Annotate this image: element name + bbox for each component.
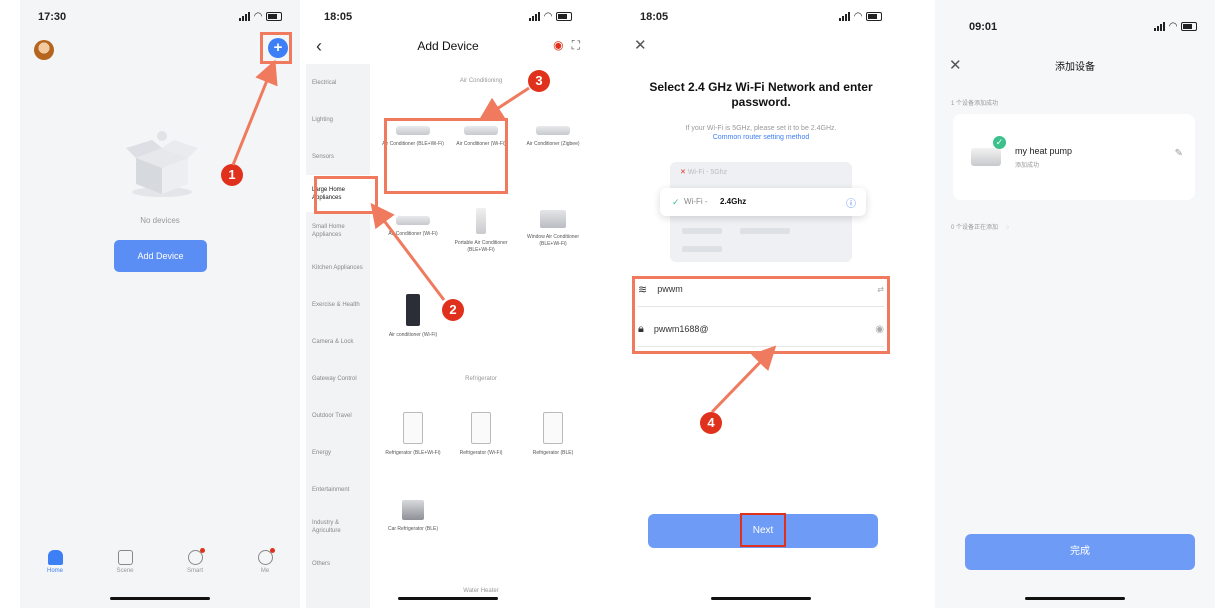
adding-count-text: 0 个设备正在添加 ◌ (951, 225, 1010, 231)
device-tile[interactable]: Refrigerator (Wi-Fi) (448, 412, 514, 457)
category-item[interactable]: Entertainment (306, 471, 370, 508)
category-item[interactable]: Lighting (306, 101, 370, 138)
wifi-icon: ◠ (1169, 21, 1177, 32)
battery-icon (266, 12, 282, 21)
category-item[interactable]: Kitchen Appliances (306, 249, 370, 286)
section-heading: Air Conditioning (459, 78, 503, 84)
highlight-box-category (314, 176, 378, 214)
signal-icon (839, 12, 851, 21)
device-status: 添加成功 (1015, 163, 1040, 169)
device-tile[interactable]: Air Conditioner (Wi-Fi) (380, 216, 446, 238)
highlight-box-ac-devices (384, 118, 508, 194)
category-item[interactable]: Energy (306, 434, 370, 471)
device-tile[interactable]: Air Conditioner (Zigbee) (520, 126, 586, 148)
avatar[interactable] (34, 40, 54, 60)
tab-me[interactable]: Me (240, 548, 290, 586)
edit-name-icon[interactable]: ✎ (1175, 148, 1183, 159)
page-heading: Select 2.4 GHz Wi-Fi Network and enter p… (649, 80, 873, 109)
status-time: 17:30 (38, 11, 67, 23)
close-icon[interactable]: ✕ (634, 36, 647, 54)
category-item[interactable]: Gateway Control (306, 360, 370, 397)
tab-scene[interactable]: Scene (100, 550, 150, 586)
add-device-button[interactable]: Add Device (114, 240, 207, 272)
tab-home[interactable]: Home (30, 550, 80, 586)
tab-smart[interactable]: Smart (170, 548, 220, 586)
smart-icon (187, 548, 205, 565)
bottom-tab-bar: Home Scene Smart Me (20, 548, 300, 586)
status-time: 18:05 (324, 11, 353, 23)
loading-spinner-icon: ◌ (1005, 225, 1010, 231)
scan-qr-icon[interactable]: ⛶ (572, 38, 580, 53)
category-item[interactable]: Electrical (306, 64, 370, 101)
cross-icon: ✕ (680, 169, 686, 176)
status-bar: 09:01 ◠ (935, 18, 1215, 38)
battery-icon (866, 12, 882, 21)
wifi-icon: ◠ (544, 11, 552, 22)
empty-state-text: No devices (140, 216, 180, 225)
network-selected-card[interactable]: ✓ Wi-Fi - 2.4Ghz ⓘ (660, 188, 866, 216)
device-tile[interactable]: Portable Air Conditioner (BLE+Wi-Fi) (448, 208, 514, 254)
wifi-icon: ◠ (854, 11, 862, 22)
device-tile[interactable]: Refrigerator (BLE+Wi-Fi) (380, 412, 446, 457)
success-check-icon: ✓ (993, 136, 1006, 149)
category-item[interactable]: Outdoor Travel (306, 397, 370, 434)
device-tile[interactable]: Air conditioner (Wi-Fi) (380, 294, 446, 339)
heat-pump-image (971, 148, 1001, 166)
phone-home-screen: 17:30 ◠ + 1 No devices Add Device Home S… (20, 0, 300, 608)
status-bar: 18:05 ◠ (306, 8, 590, 28)
info-icon[interactable]: ⓘ (846, 195, 856, 210)
category-item[interactable]: Industry & Agriculture (306, 508, 370, 545)
highlight-box-plus (260, 32, 292, 64)
category-item[interactable]: Exercise & Health (306, 286, 370, 323)
status-time: 09:01 (969, 21, 998, 33)
phone-device-added-screen: 09:01 ◠ ✕ 添加设备 1 个设备添加成功 ✓ my heat pump … (935, 0, 1215, 608)
empty-box-illustration (126, 131, 198, 197)
signal-icon (529, 12, 541, 21)
phone-add-device-screen: 18:05 ◠ ‹ Add Device ◉ ⛶ Electrical Ligh… (306, 0, 590, 608)
home-indicator (711, 597, 811, 600)
check-icon: ✓ (672, 197, 680, 207)
highlight-box-next (740, 513, 786, 547)
device-tile[interactable]: Refrigerator (BLE) (520, 412, 586, 457)
step-badge-4: 4 (700, 412, 722, 434)
highlight-box-credentials (632, 276, 890, 354)
signal-icon (239, 12, 251, 21)
phone-wifi-screen: 18:05 ◠ ✕ Select 2.4 GHz Wi-Fi Network a… (622, 0, 900, 608)
section-heading: Refrigerator (465, 376, 497, 382)
step-badge-2: 2 (442, 299, 464, 321)
device-tile[interactable]: Car Refrigerator (BLE) (380, 500, 446, 533)
page-title: 添加设备 (1055, 62, 1095, 73)
home-indicator (110, 597, 210, 600)
status-bar: 17:30 ◠ (20, 8, 300, 28)
added-device-card[interactable]: ✓ my heat pump 添加成功 ✎ (953, 114, 1195, 200)
category-item[interactable]: Sensors (306, 138, 370, 175)
device-name: my heat pump (1015, 146, 1073, 156)
category-sidebar: Electrical Lighting Sensors Large Home A… (306, 64, 370, 608)
status-time: 18:05 (640, 11, 669, 23)
category-item[interactable]: Small Home Appliances (306, 212, 370, 249)
home-indicator (1025, 597, 1125, 600)
scene-icon (117, 550, 133, 565)
step-badge-1: 1 (221, 164, 243, 186)
home-indicator (398, 597, 498, 600)
home-icon (47, 550, 63, 565)
router-help-link[interactable]: Common router setting method (642, 133, 880, 142)
wifi-icon: ◠ (254, 11, 262, 22)
done-button[interactable]: 完成 (965, 534, 1195, 570)
signal-icon (1154, 22, 1166, 31)
device-tile[interactable]: Window Air Conditioner (BLE+Wi-Fi) (520, 210, 586, 248)
page-title: Add Device (417, 39, 479, 53)
network-5g-row: ✕ Wi-Fi - 5Ghz (680, 169, 728, 176)
step-badge-3: 3 (528, 70, 550, 92)
category-item[interactable]: Camera & Lock (306, 323, 370, 360)
category-item[interactable]: Others (306, 545, 370, 582)
battery-icon (1181, 22, 1197, 31)
hint-text: If your Wi-Fi is 5GHz, please set it to … (642, 124, 880, 142)
me-icon (257, 548, 275, 565)
battery-icon (556, 12, 572, 21)
added-count-text: 1 个设备添加成功 (951, 101, 999, 107)
status-bar: 18:05 ◠ (622, 8, 900, 28)
section-heading: Water Heater (463, 588, 499, 594)
auto-scan-icon[interactable]: ◉ (553, 38, 563, 53)
